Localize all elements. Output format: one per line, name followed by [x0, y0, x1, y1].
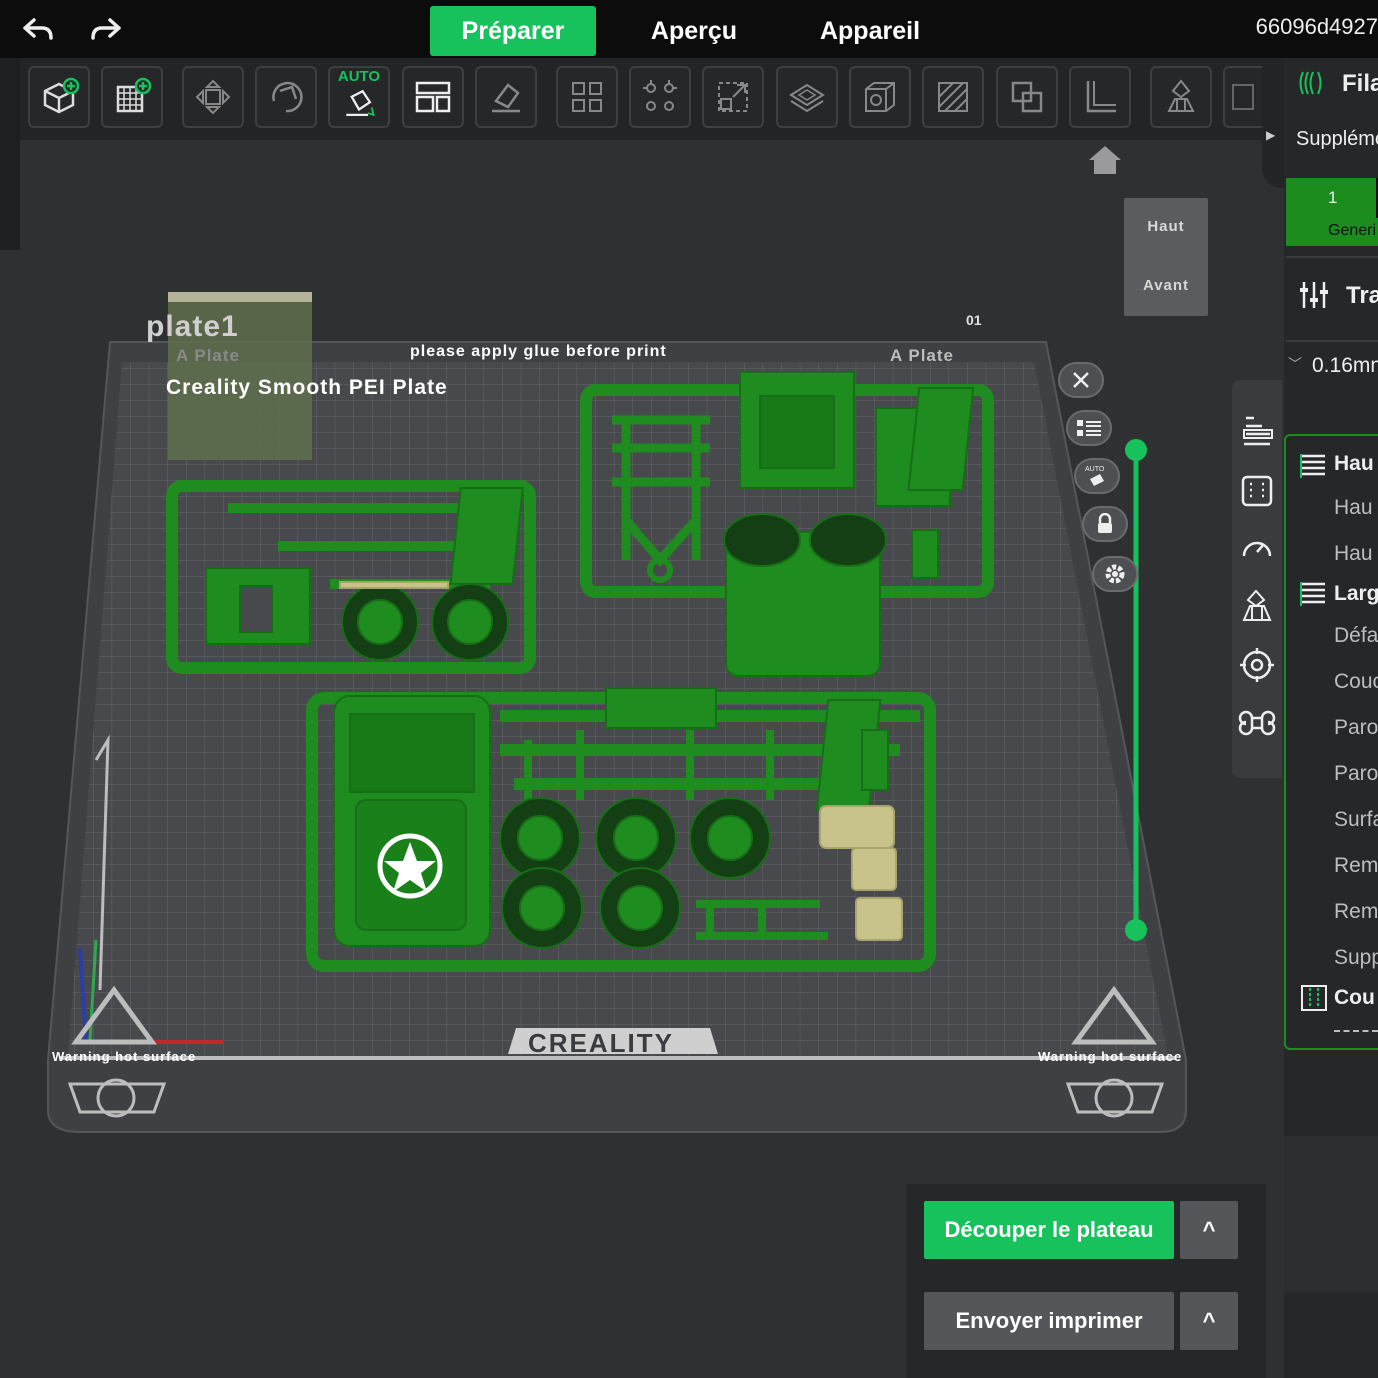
- setting-item-8[interactable]: Surfa: [1334, 808, 1378, 832]
- view-cube[interactable]: Haut Avant: [1124, 198, 1208, 316]
- tab-apercu[interactable]: Aperçu: [616, 6, 772, 56]
- plate-type-left: A Plate: [176, 346, 241, 365]
- filament-slot-label: Generi: [1328, 222, 1377, 239]
- plate-settings-icon[interactable]: [1092, 556, 1138, 592]
- filament-slot[interactable]: 1 Generi: [1286, 178, 1378, 246]
- setting-item-4[interactable]: Défa: [1334, 624, 1378, 648]
- setting-item-2[interactable]: Hau: [1334, 542, 1373, 566]
- auto-label: AUTO: [337, 68, 381, 85]
- plate-index: 01: [966, 312, 982, 328]
- setting-item-6[interactable]: Paro: [1334, 716, 1378, 740]
- boolean-icon[interactable]: [996, 66, 1058, 128]
- brand-logo: CREALITY: [528, 1028, 674, 1058]
- layer-height-icon: [1298, 452, 1328, 480]
- setting-item-10[interactable]: Rem: [1334, 900, 1378, 924]
- chevron-down-icon[interactable]: ﹀: [1288, 354, 1302, 374]
- build-plate-view[interactable]: [0, 140, 1284, 1180]
- lock-icon[interactable]: [1082, 506, 1128, 542]
- send-options-button[interactable]: ^: [1180, 1292, 1238, 1350]
- glue-note: please apply glue before print: [410, 343, 667, 360]
- target-icon[interactable]: [1238, 646, 1276, 684]
- slice-plate-button[interactable]: Découper le plateau: [924, 1201, 1174, 1259]
- split-objects-icon[interactable]: [556, 66, 618, 128]
- add-plate-icon[interactable]: [101, 66, 163, 128]
- layout-icon[interactable]: [402, 66, 464, 128]
- arrange-icon[interactable]: [182, 66, 244, 128]
- svg-text:AUTO: AUTO: [1085, 466, 1105, 473]
- warning-left: Warning hot surface: [52, 1049, 197, 1064]
- speed-gauge-icon[interactable]: [1238, 530, 1276, 568]
- panel-expand-icon[interactable]: ▶: [1266, 128, 1275, 142]
- plate-surface-label: Creality Smooth PEI Plate: [166, 376, 448, 399]
- support-icon[interactable]: [1238, 586, 1276, 624]
- setting-item-9[interactable]: Rem: [1334, 854, 1378, 878]
- setting-item-7[interactable]: Paro: [1334, 762, 1378, 786]
- view-cube-top[interactable]: Haut: [1124, 218, 1208, 235]
- divider: [1286, 256, 1378, 258]
- plate-type-right: A Plate: [890, 346, 955, 365]
- filament-title: Fila: [1342, 70, 1378, 97]
- object-list-icon[interactable]: [1066, 410, 1112, 446]
- send-print-button[interactable]: Envoyer imprimer: [924, 1292, 1174, 1350]
- tab-preparer[interactable]: Préparer: [430, 6, 596, 56]
- panel-collapse-edge: [1262, 58, 1284, 188]
- scale-icon[interactable]: [702, 66, 764, 128]
- split-parts-icon[interactable]: [629, 66, 691, 128]
- panel-scroll-area: [1284, 1136, 1378, 1292]
- setting-item-11[interactable]: Supp: [1334, 946, 1378, 970]
- command-icon[interactable]: [1238, 704, 1276, 742]
- supplement-label[interactable]: Suppléme: [1296, 128, 1378, 151]
- undo-icon[interactable]: [20, 12, 56, 48]
- auto-orient-plate-icon[interactable]: AUTO: [1074, 458, 1120, 494]
- side-toolbar: [1232, 380, 1282, 778]
- add-object-icon[interactable]: [28, 66, 90, 128]
- support-paint-icon[interactable]: [1150, 66, 1212, 128]
- plate-name[interactable]: plate1: [146, 310, 239, 344]
- warning-right: Warning hot surface: [1038, 1049, 1183, 1064]
- device-id: 66096d4927: [1255, 14, 1378, 39]
- cut-icon[interactable]: [776, 66, 838, 128]
- select-frame-icon[interactable]: [1238, 472, 1276, 510]
- setting-item-5[interactable]: Couc: [1334, 670, 1378, 694]
- close-plate-icon[interactable]: [1058, 362, 1104, 398]
- line-width-icon: [1298, 580, 1328, 608]
- layer-preset-select[interactable]: 0.16mm: [1312, 354, 1378, 378]
- hollow-icon[interactable]: [849, 66, 911, 128]
- filament-slot-number: 1: [1328, 188, 1338, 207]
- setting-item-1[interactable]: Hau: [1334, 496, 1373, 520]
- orient-icon[interactable]: [255, 66, 317, 128]
- setting-header-0[interactable]: Hau: [1334, 452, 1374, 476]
- erase-icon[interactable]: [475, 66, 537, 128]
- view-cube-front[interactable]: Avant: [1124, 277, 1208, 294]
- tab-appareil[interactable]: Appareil: [800, 6, 940, 56]
- filament-icon: [1298, 68, 1326, 98]
- setting-header-12[interactable]: Cou: [1334, 986, 1375, 1010]
- setting-header-3[interactable]: Larg: [1334, 582, 1378, 606]
- truncated-setting: [1334, 1030, 1378, 1042]
- auto-orient-icon[interactable]: AUTO: [328, 66, 390, 128]
- slice-options-button[interactable]: ^: [1180, 1201, 1238, 1259]
- redo-icon[interactable]: [88, 12, 124, 48]
- process-settings-icon[interactable]: [1298, 280, 1330, 310]
- process-title: Tra: [1346, 282, 1378, 309]
- paint-icon[interactable]: [922, 66, 984, 128]
- layer-align-icon[interactable]: [1238, 412, 1276, 450]
- measure-icon[interactable]: [1069, 66, 1131, 128]
- divider: [1286, 340, 1378, 342]
- wall-layers-icon: [1300, 984, 1328, 1012]
